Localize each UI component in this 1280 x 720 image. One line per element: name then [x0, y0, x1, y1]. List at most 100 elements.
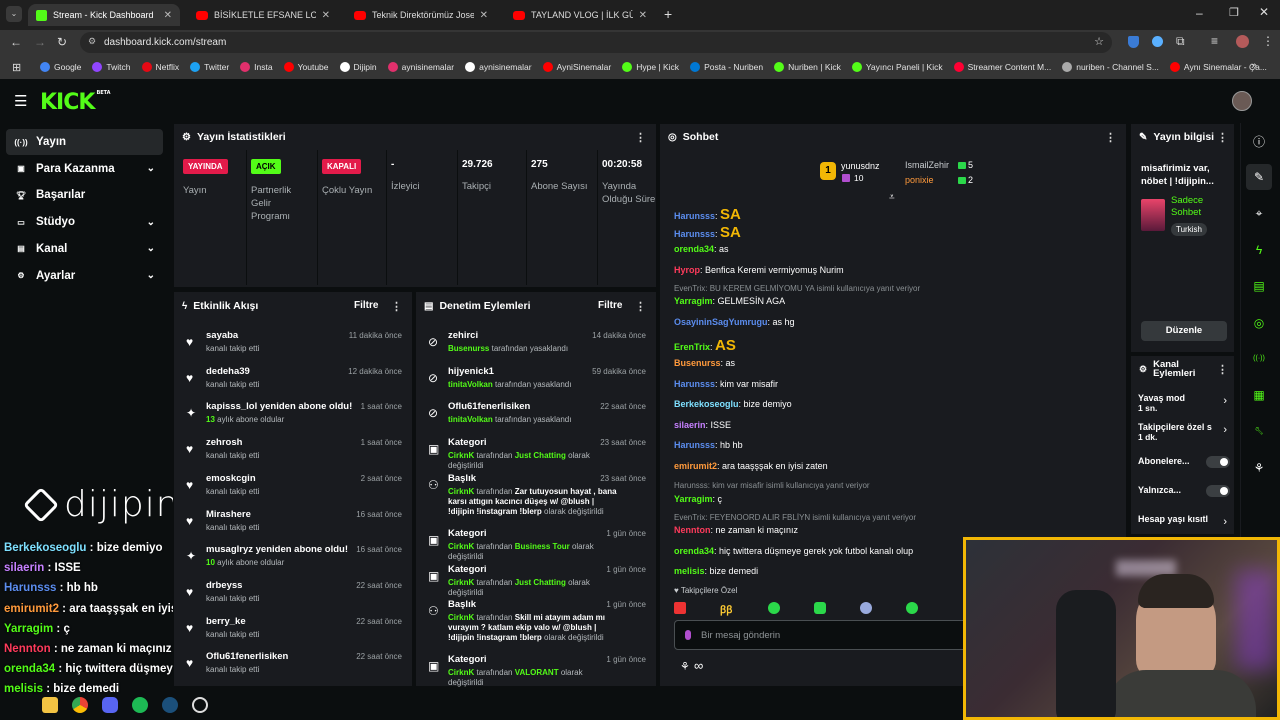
chevron-down-icon[interactable]: ⌄	[147, 217, 155, 228]
chat-username[interactable]: orenda34	[674, 546, 714, 556]
tab-list-button[interactable]: ⌄	[6, 6, 22, 22]
taskbar-discord-icon[interactable]	[102, 697, 118, 713]
bookmark-item[interactable]: Nuriben | Kick	[774, 62, 841, 72]
gifter-name[interactable]: ponixie	[905, 175, 934, 185]
activity-more-icon[interactable]: ⋮	[391, 300, 402, 313]
category-link[interactable]: Sadece Sohbet	[1171, 195, 1226, 219]
message-icon[interactable]: ◎	[1246, 310, 1272, 336]
browser-tab[interactable]: Teknik Direktörümüz Jose Mou ✕	[346, 4, 496, 26]
chevron-right-icon[interactable]: ›	[1223, 424, 1227, 436]
toggle-switch[interactable]	[1206, 456, 1230, 468]
sidebar-item-stüdyo[interactable]: ▭ Stüdyo ⌄	[6, 209, 163, 235]
extension-shield-icon[interactable]	[1128, 36, 1139, 48]
chat-username[interactable]: Yarragim	[674, 296, 713, 306]
bookmark-item[interactable]: AyniSinemalar	[542, 62, 611, 72]
chat-username[interactable]: emirumit2	[674, 461, 717, 471]
reload-icon[interactable]: ↻	[57, 35, 67, 49]
activity-filter-button[interactable]: Filtre	[354, 300, 378, 311]
sidebar-item-ayarlar[interactable]: ⚙ Ayarlar ⌄	[6, 263, 163, 289]
taskbar-obs-icon[interactable]	[192, 697, 208, 713]
chat-username[interactable]: Hyrop	[674, 265, 700, 275]
taskbar-chrome-icon[interactable]	[72, 697, 88, 713]
emote-icon[interactable]	[860, 602, 872, 614]
sidebar-item-yayın[interactable]: ((·)) Yayın	[6, 129, 163, 155]
bookmark-item[interactable]: nuriben - Channel S...	[1062, 62, 1159, 72]
extensions-icon[interactable]: ⧉	[1176, 34, 1185, 49]
moderation-more-icon[interactable]: ⋮	[635, 300, 646, 313]
site-info-icon[interactable]: ⚙	[88, 36, 96, 47]
bookmark-item[interactable]: Hype | Kick	[622, 62, 679, 72]
emote-icon[interactable]	[768, 602, 780, 614]
profile-avatar-icon[interactable]	[1236, 35, 1249, 48]
chevron-right-icon[interactable]: ›	[1223, 516, 1227, 528]
close-tab-icon[interactable]: ✕	[164, 10, 172, 21]
emote-icon[interactable]	[906, 602, 918, 614]
sidebar-item-para-kazanma[interactable]: ▣ Para Kazanma ⌄	[6, 156, 163, 182]
gifter-name[interactable]: yunusdnz	[841, 161, 880, 171]
bookmark-item[interactable]: Google	[40, 62, 81, 72]
close-tab-icon[interactable]: ✕	[639, 10, 647, 21]
chat-input[interactable]: Bir mesaj gönderin	[674, 620, 974, 650]
chat-username[interactable]: Berkekoseoglu	[674, 399, 739, 409]
bookmark-item[interactable]: Insta	[240, 62, 273, 72]
chat-more-icon[interactable]: ⋮	[1105, 131, 1116, 144]
bookmark-item[interactable]: aynisinemalar	[387, 62, 454, 72]
clipboard-icon[interactable]: ▤	[1246, 273, 1272, 299]
moderation-filter-button[interactable]: Filtre	[598, 300, 622, 311]
chevron-down-icon[interactable]: ⌄	[147, 270, 155, 281]
bolt-icon[interactable]: ϟ	[1246, 237, 1272, 263]
bookmark-item[interactable]: Dijipin	[339, 62, 377, 72]
bookmark-item[interactable]: Netflix	[141, 62, 179, 72]
chat-username[interactable]: melisis	[674, 566, 705, 576]
bookmarks-overflow-icon[interactable]: »	[1251, 60, 1257, 72]
close-tab-icon[interactable]: ✕	[322, 10, 330, 21]
broadcast-icon[interactable]: ((·))	[1246, 346, 1272, 372]
pen-icon[interactable]: ✎	[1246, 164, 1272, 191]
emote-icon[interactable]: ꞵꞵ	[720, 602, 734, 616]
taskbar-app-icon[interactable]	[42, 697, 58, 713]
edit-stream-info-button[interactable]: Düzenle	[1141, 321, 1227, 341]
chevron-down-icon[interactable]: ⌄	[147, 163, 155, 174]
extension-globe-icon[interactable]	[1152, 36, 1163, 47]
bookmark-item[interactable]: Youtube	[283, 62, 329, 72]
chat-username[interactable]: orenda34	[674, 244, 714, 254]
kick-logo[interactable]: KICK BETA	[40, 90, 111, 115]
forward-icon[interactable]: →	[34, 35, 46, 49]
target-icon[interactable]: ⌖	[1246, 201, 1272, 227]
chat-username[interactable]: Harunsss	[674, 211, 715, 221]
bookmark-item[interactable]: Streamer Content M...	[953, 62, 1051, 72]
bookmark-star-icon[interactable]: ☆	[1094, 35, 1104, 48]
infinity-icon[interactable]: ∞	[694, 658, 703, 673]
browser-menu-icon[interactable]: ⋮	[1262, 34, 1274, 48]
info-icon[interactable]: ⓘ	[1246, 128, 1272, 154]
url-input[interactable]: ⚙ dashboard.kick.com/stream ☆	[80, 32, 1112, 53]
bookmark-item[interactable]: aynisinemalar	[465, 62, 532, 72]
taskbar-spotify-icon[interactable]	[132, 697, 148, 713]
bookmark-item[interactable]: Twitch	[92, 62, 131, 72]
chevron-right-icon[interactable]: ›	[1223, 395, 1227, 407]
chat-username[interactable]: Harunsss	[674, 440, 715, 450]
apps-grid-icon[interactable]: ⊞	[12, 61, 21, 74]
hamburger-menu-icon[interactable]: ☰	[14, 92, 27, 110]
gifter-name[interactable]: IsmailZehir	[905, 160, 949, 170]
wrench-icon[interactable]: 🔧︎	[1246, 418, 1272, 444]
emote-icon[interactable]	[674, 602, 686, 614]
back-icon[interactable]: ←	[10, 35, 22, 49]
browser-tab[interactable]: TAYLAND VLOG | İLK GÜNÜMÜ ✕	[505, 4, 655, 26]
chat-username[interactable]: OsayininSagYumrugu	[674, 317, 768, 327]
community-icon[interactable]: ⚘	[1246, 455, 1272, 481]
stream-info-more-icon[interactable]: ⋮	[1217, 131, 1228, 144]
chat-scroll-down-icon[interactable]: ⩡	[889, 192, 895, 203]
close-tab-icon[interactable]: ✕	[480, 10, 488, 21]
close-window-button[interactable]: ✕	[1259, 5, 1269, 19]
chat-username[interactable]: Yarragim	[674, 494, 713, 504]
bookmark-item[interactable]: Yayıncı Paneli | Kick	[851, 62, 943, 72]
sidebar-item-başarılar[interactable]: 🏆︎ Başarılar	[6, 182, 163, 208]
reading-list-icon[interactable]: ≡	[1211, 34, 1218, 48]
sidebar-item-kanal[interactable]: ▤ Kanal ⌄	[6, 236, 163, 262]
browser-tab[interactable]: BİSİKLETLE EFSANE LONDRA TU ✕	[188, 4, 338, 26]
bookmark-item[interactable]: Posta - Nuriben	[690, 62, 763, 72]
channel-actions-more-icon[interactable]: ⋮	[1217, 363, 1228, 376]
channel-action-item[interactable]: Yavaş mod 1 sn. ›	[1138, 393, 1233, 413]
chat-username[interactable]: Busenurss	[674, 358, 721, 368]
